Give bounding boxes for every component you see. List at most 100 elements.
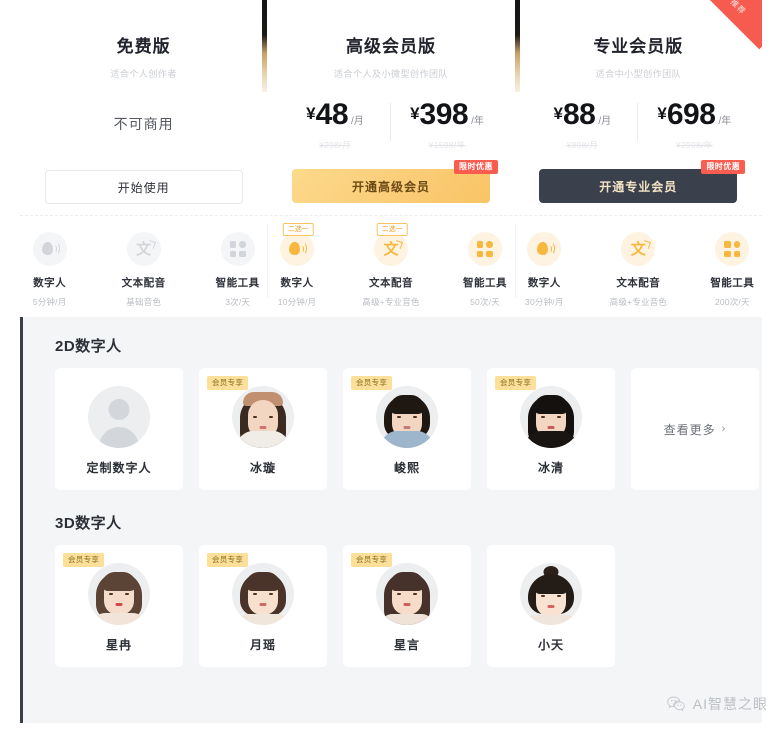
chevron-right-icon: › <box>721 423 727 435</box>
price-amount: 88 <box>562 98 596 131</box>
feature-smart-tools: 智能工具 50次/天 <box>456 232 514 312</box>
wechat-icon <box>666 694 686 714</box>
cta-label: 开通高级会员 <box>351 179 430 194</box>
currency-symbol: ¥ <box>553 104 563 123</box>
feature-name: 文本配音 <box>121 277 166 289</box>
feature-quota: 高级+专业音色 <box>609 297 667 307</box>
avatar-name: 星言 <box>393 638 420 652</box>
choose-one-tag: 二选一 <box>376 223 408 236</box>
text-to-speech-icon: 文 <box>126 232 161 266</box>
feature-name: 文本配音 <box>368 277 413 289</box>
avatar-name: 月瑶 <box>249 638 276 652</box>
plan-card-premium[interactable]: 高级会员版 适合个人及小微型创作团队 ¥48/月 ¥298/月 ¥398/年 ¥… <box>267 0 514 215</box>
avatar-card-xiaotian[interactable]: 小天 <box>487 545 615 667</box>
avatar-row-3d: 会员专享 星冉 会员专享 月瑶 会员专享 星言 小天 <box>55 545 762 667</box>
smart-tools-icon <box>220 232 255 266</box>
watermark: AI智慧之眼 <box>666 694 768 714</box>
feature-text-to-speech: 文 文本配音 基础音色 <box>115 232 173 312</box>
avatar-card-bingxuan[interactable]: 会员专享 冰璇 <box>199 368 327 490</box>
avatar-card-junxi[interactable]: 会员专享 峻熙 <box>343 368 471 490</box>
feature-quota: 基础音色 <box>126 297 162 307</box>
price-monthly[interactable]: ¥88/月 ¥398/月 <box>526 98 639 151</box>
avatar-photo <box>376 386 438 448</box>
plan-title: 专业会员版 <box>593 37 684 56</box>
feature-smart-tools: 智能工具 200次/天 <box>703 232 761 312</box>
currency-symbol: ¥ <box>410 104 420 123</box>
price-amount: 698 <box>666 98 716 131</box>
start-using-button[interactable]: 开始使用 <box>44 170 243 204</box>
cta-label: 开通专业会员 <box>599 179 678 194</box>
plan-subtitle: 适合中小型创作团队 <box>595 69 682 79</box>
subscribe-premium-button[interactable]: 开通高级会员 限时优惠 <box>291 160 498 203</box>
avatar-photo <box>88 563 150 625</box>
price-unit: /年 <box>718 116 732 127</box>
limited-offer-badge: 限时优惠 <box>701 160 746 174</box>
feature-text-to-speech: 文 文本配音 高级+专业音色 <box>609 232 667 312</box>
feature-col-premium: 二选一 数字人 10分钟/月 二选一 文 文本配音 高级+专业音色 智能工具 5… <box>267 216 514 312</box>
plan-subtitle: 适合个人创作者 <box>110 69 177 79</box>
section-title-2d: 2D数字人 <box>55 338 122 355</box>
plan-row: 免费版 适合个人创作者 不可商用 开始使用 高级会员版 适合个人及小微型创作团队… <box>20 0 762 215</box>
feature-quota: 5分钟/月 <box>32 297 67 307</box>
bottom-strip <box>0 723 782 736</box>
limited-offer-badge: 限时优惠 <box>453 160 498 174</box>
digital-human-icon <box>279 232 314 266</box>
avatar-photo <box>376 563 438 625</box>
avatar-name: 冰清 <box>537 461 564 475</box>
price-monthly[interactable]: ¥48/月 ¥298/月 <box>279 100 391 151</box>
price-amount: 398 <box>419 98 469 131</box>
plan-divider-2 <box>515 0 520 92</box>
view-more-2d-button[interactable]: 查看更多 › <box>631 368 759 490</box>
feature-name: 智能工具 <box>462 277 507 289</box>
price-amount: 48 <box>315 98 349 131</box>
avatar-card-bingqing[interactable]: 会员专享 冰清 <box>487 368 615 490</box>
digital-human-icon <box>32 232 67 266</box>
feature-name: 数字人 <box>33 277 67 289</box>
price-original: ¥2998/年 <box>676 140 713 150</box>
price-yearly[interactable]: ¥398/年 ¥1598/年 <box>391 100 503 151</box>
price-unit: /年 <box>471 116 484 127</box>
feature-quota: 10分钟/月 <box>277 297 317 307</box>
plan-divider-1 <box>262 0 267 92</box>
avatar-card-xingyan[interactable]: 会员专享 星言 <box>343 545 471 667</box>
price-unit: /月 <box>598 116 612 127</box>
vip-badge: 会员专享 <box>351 376 393 390</box>
price-unit: /月 <box>351 116 364 127</box>
feature-text-to-speech: 二选一 文 文本配音 高级+专业音色 <box>362 223 420 312</box>
text-to-speech-icon: 文 <box>621 232 656 266</box>
feature-col-free: 数字人 5分钟/月 文 文本配音 基础音色 智能工具 3次/天 <box>20 216 267 312</box>
plan-title: 高级会员版 <box>345 37 436 56</box>
price-yearly[interactable]: ¥698/年 ¥2998/年 <box>638 100 750 151</box>
feature-quota: 3次/天 <box>225 297 251 307</box>
plan-free-note: 不可商用 <box>113 116 174 132</box>
feature-digital-human: 二选一 数字人 10分钟/月 <box>268 223 326 312</box>
feature-col-pro: 数字人 30分钟/月 文 文本配音 高级+专业音色 智能工具 200次/天 <box>514 216 762 312</box>
digital-human-icon <box>527 232 562 266</box>
price-original: ¥398/月 <box>566 140 599 150</box>
avatar-library-panel: 2D数字人 定制数字人 会员专享 冰璇 会员专享 峻熙 会员专享 冰清 查看更多… <box>20 317 762 723</box>
vip-badge: 会员专享 <box>207 553 249 567</box>
view-more-label: 查看更多 <box>663 422 716 437</box>
feature-strip: 数字人 5分钟/月 文 文本配音 基础音色 智能工具 3次/天 二选一 数字人 … <box>20 215 762 312</box>
price-row: ¥48/月 ¥298/月 ¥398/年 ¥1598/年 <box>267 100 514 151</box>
cta-label: 开始使用 <box>117 180 170 195</box>
avatar-card-yueyao[interactable]: 会员专享 月瑶 <box>199 545 327 667</box>
subscribe-pro-button[interactable]: 开通专业会员 限时优惠 <box>539 160 746 203</box>
avatar-card-custom[interactable]: 定制数字人 <box>55 368 183 490</box>
plan-title: 免费版 <box>116 37 171 56</box>
feature-quota: 30分钟/月 <box>525 297 564 307</box>
avatar-placeholder-icon <box>88 386 150 448</box>
avatar-photo <box>232 563 294 625</box>
avatar-row-2d: 定制数字人 会员专享 冰璇 会员专享 峻熙 会员专享 冰清 查看更多 › <box>55 368 762 490</box>
feature-name: 智能工具 <box>710 277 755 289</box>
feature-quota: 200次/天 <box>714 297 750 307</box>
avatar-card-xingran[interactable]: 会员专享 星冉 <box>55 545 183 667</box>
avatar-name: 定制数字人 <box>86 461 152 475</box>
price-row: ¥88/月 ¥398/月 ¥698/年 ¥2998/年 <box>515 100 762 151</box>
choose-one-tag: 二选一 <box>282 223 314 236</box>
avatar-name: 小天 <box>537 638 564 652</box>
avatar-photo <box>520 386 582 448</box>
plan-card-free[interactable]: 免费版 适合个人创作者 不可商用 开始使用 <box>20 0 267 215</box>
plan-card-pro[interactable]: 推荐 专业会员版 适合中小型创作团队 ¥88/月 ¥398/月 ¥698/年 ¥… <box>515 0 762 215</box>
plan-subtitle: 适合个人及小微型创作团队 <box>333 69 448 79</box>
